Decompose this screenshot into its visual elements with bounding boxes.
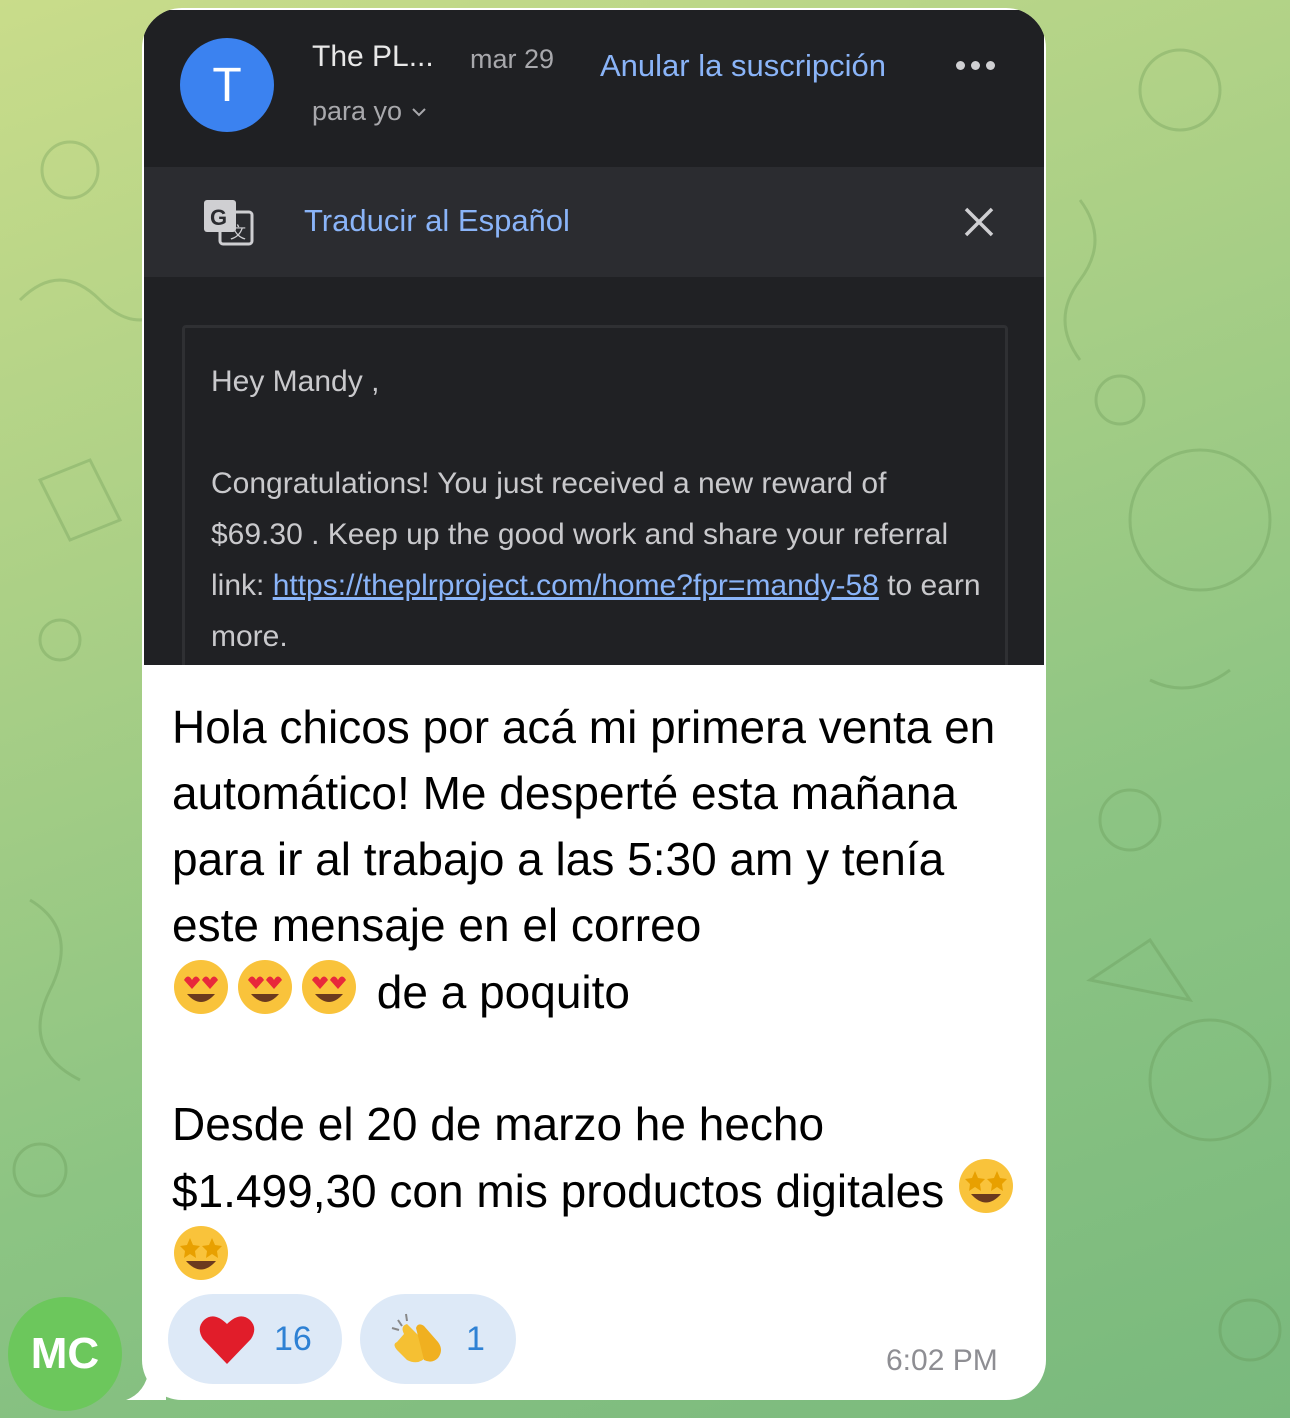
email-sender-name: The PL... — [312, 40, 434, 73]
clapping-hands-icon — [391, 1313, 441, 1363]
chevron-down-icon — [412, 107, 426, 116]
email-text: Hey Mandy , Congratulations! You just re… — [211, 356, 981, 662]
email-screenshot[interactable]: T The PL... mar 29 para yo Anular la sus… — [144, 10, 1044, 665]
translate-bar: G 文 Traducir al Español — [144, 167, 1044, 277]
referral-link: https://theplrproject.com/home?fpr=mandy… — [272, 569, 879, 602]
message-line-2: Desde el 20 de marzo he hecho $1.499,30 … — [172, 1098, 945, 1217]
message-timestamp: 6:02 PM — [886, 1344, 998, 1377]
email-greeting: Hey Mandy , — [211, 365, 380, 398]
message-text: Hola chicos por acá mi primera venta en … — [172, 694, 1032, 1291]
email-recipient-label: para yo — [312, 96, 403, 126]
email-content-card: Hey Mandy , Congratulations! You just re… — [182, 325, 1008, 665]
reaction-heart-count: 16 — [274, 1319, 312, 1358]
email-body: Hey Mandy , Congratulations! You just re… — [144, 277, 1044, 665]
sender-avatar[interactable]: MC — [8, 1297, 122, 1411]
email-header: T The PL... mar 29 para yo Anular la sus… — [144, 10, 1044, 167]
unsubscribe-link: Anular la suscripción — [600, 48, 887, 83]
reaction-heart[interactable]: 16 — [168, 1294, 342, 1384]
heart-eyes-face-icon — [174, 960, 228, 1014]
close-icon — [964, 207, 994, 237]
heart-eyes-face-icon — [302, 960, 356, 1014]
translate-icon: G 文 — [204, 200, 254, 246]
heart-eyes-face-icon — [238, 960, 292, 1014]
more-options-icon — [956, 54, 1002, 76]
svg-text:G: G — [210, 205, 227, 230]
svg-text:文: 文 — [230, 223, 246, 242]
message-line-1: Hola chicos por acá mi primera venta en … — [172, 701, 996, 951]
reaction-clap-count: 1 — [466, 1319, 485, 1358]
email-recipient: para yo — [312, 96, 428, 127]
reaction-clap[interactable]: 1 — [360, 1294, 516, 1384]
star-struck-face-icon — [174, 1226, 228, 1280]
email-date: mar 29 — [470, 44, 555, 74]
message-line-1-tail: de a poquito — [376, 966, 631, 1018]
email-sender-avatar: T — [180, 38, 274, 132]
translate-label: Traducir al Español — [304, 203, 570, 238]
red-heart-icon — [199, 1316, 255, 1364]
star-struck-face-icon — [959, 1159, 1014, 1213]
message-bubble: T The PL... mar 29 para yo Anular la sus… — [142, 8, 1046, 1400]
